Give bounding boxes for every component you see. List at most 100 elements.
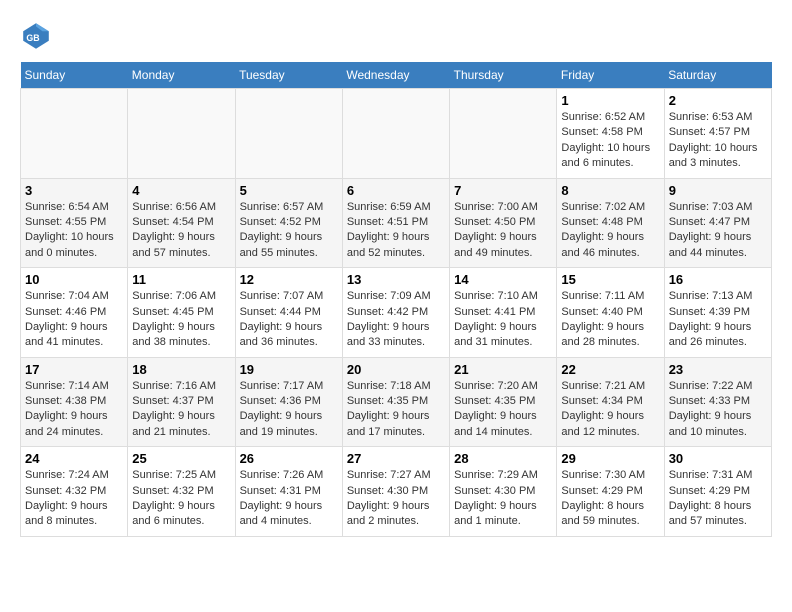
day-info: Sunrise: 7:10 AM Sunset: 4:41 PM Dayligh… bbox=[454, 289, 552, 351]
day-number: 6 bbox=[347, 183, 445, 198]
day-number: 7 bbox=[454, 183, 552, 198]
calendar-cell: 13Sunrise: 7:09 AM Sunset: 4:42 PM Dayli… bbox=[342, 268, 449, 358]
calendar-cell bbox=[21, 89, 128, 179]
calendar-week-row: 3Sunrise: 6:54 AM Sunset: 4:55 PM Daylig… bbox=[21, 178, 772, 268]
weekday-header: Thursday bbox=[450, 62, 557, 89]
day-info: Sunrise: 6:59 AM Sunset: 4:51 PM Dayligh… bbox=[347, 200, 445, 262]
calendar-table: SundayMondayTuesdayWednesdayThursdayFrid… bbox=[20, 62, 772, 537]
day-info: Sunrise: 7:02 AM Sunset: 4:48 PM Dayligh… bbox=[561, 200, 659, 262]
calendar-cell: 26Sunrise: 7:26 AM Sunset: 4:31 PM Dayli… bbox=[235, 447, 342, 537]
day-info: Sunrise: 6:53 AM Sunset: 4:57 PM Dayligh… bbox=[669, 110, 767, 172]
weekday-header: Monday bbox=[128, 62, 235, 89]
calendar-cell bbox=[128, 89, 235, 179]
day-number: 5 bbox=[240, 183, 338, 198]
day-number: 8 bbox=[561, 183, 659, 198]
day-info: Sunrise: 6:54 AM Sunset: 4:55 PM Dayligh… bbox=[25, 200, 123, 262]
weekday-header: Wednesday bbox=[342, 62, 449, 89]
day-number: 28 bbox=[454, 451, 552, 466]
day-number: 13 bbox=[347, 272, 445, 287]
page-header: GB bbox=[20, 20, 772, 52]
calendar-cell: 2 Sunrise: 6:53 AM Sunset: 4:57 PM Daylig… bbox=[664, 89, 771, 179]
calendar-cell: 9 Sunrise: 7:03 AM Sunset: 4:47 PM Daylig… bbox=[664, 178, 771, 268]
calendar-cell: 27 Sunrise: 7:27 AM Sunset: 4:30 PM Dayli… bbox=[342, 447, 449, 537]
day-number: 1 bbox=[561, 93, 659, 108]
day-info: Sunrise: 7:16 AM Sunset: 4:37 PM Dayligh… bbox=[132, 379, 230, 441]
logo-icon: GB bbox=[20, 20, 52, 52]
day-number: 29 bbox=[561, 451, 659, 466]
weekday-header: Saturday bbox=[664, 62, 771, 89]
calendar-cell: 6 Sunrise: 6:59 AM Sunset: 4:51 PM Daylig… bbox=[342, 178, 449, 268]
calendar-cell: 5Sunrise: 6:57 AM Sunset: 4:52 PM Daylig… bbox=[235, 178, 342, 268]
day-number: 2 bbox=[669, 93, 767, 108]
day-number: 26 bbox=[240, 451, 338, 466]
calendar-cell: 22 Sunrise: 7:21 AM Sunset: 4:34 PM Dayli… bbox=[557, 357, 664, 447]
day-info: Sunrise: 7:03 AM Sunset: 4:47 PM Dayligh… bbox=[669, 200, 767, 262]
day-info: Sunrise: 7:31 AM Sunset: 4:29 PM Dayligh… bbox=[669, 468, 767, 530]
day-info: Sunrise: 7:20 AM Sunset: 4:35 PM Dayligh… bbox=[454, 379, 552, 441]
day-info: Sunrise: 7:30 AM Sunset: 4:29 PM Dayligh… bbox=[561, 468, 659, 530]
day-info: Sunrise: 6:56 AM Sunset: 4:54 PM Dayligh… bbox=[132, 200, 230, 262]
weekday-header: Sunday bbox=[21, 62, 128, 89]
calendar-cell: 24 Sunrise: 7:24 AM Sunset: 4:32 PM Dayli… bbox=[21, 447, 128, 537]
day-info: Sunrise: 7:13 AM Sunset: 4:39 PM Dayligh… bbox=[669, 289, 767, 351]
day-number: 18 bbox=[132, 362, 230, 377]
calendar-header-row: SundayMondayTuesdayWednesdayThursdayFrid… bbox=[21, 62, 772, 89]
day-info: Sunrise: 7:18 AM Sunset: 4:35 PM Dayligh… bbox=[347, 379, 445, 441]
day-number: 30 bbox=[669, 451, 767, 466]
calendar-cell: 28 Sunrise: 7:29 AM Sunset: 4:30 PM Dayli… bbox=[450, 447, 557, 537]
calendar-week-row: 17 Sunrise: 7:14 AM Sunset: 4:38 PM Dayli… bbox=[21, 357, 772, 447]
calendar-cell: 17 Sunrise: 7:14 AM Sunset: 4:38 PM Dayli… bbox=[21, 357, 128, 447]
calendar-cell: 3Sunrise: 6:54 AM Sunset: 4:55 PM Daylig… bbox=[21, 178, 128, 268]
day-info: Sunrise: 6:52 AM Sunset: 4:58 PM Dayligh… bbox=[561, 110, 659, 172]
calendar-cell bbox=[342, 89, 449, 179]
day-number: 25 bbox=[132, 451, 230, 466]
day-number: 15 bbox=[561, 272, 659, 287]
calendar-cell: 19 Sunrise: 7:17 AM Sunset: 4:36 PM Dayli… bbox=[235, 357, 342, 447]
day-info: Sunrise: 7:11 AM Sunset: 4:40 PM Dayligh… bbox=[561, 289, 659, 351]
day-number: 11 bbox=[132, 272, 230, 287]
calendar-week-row: 24 Sunrise: 7:24 AM Sunset: 4:32 PM Dayli… bbox=[21, 447, 772, 537]
day-number: 10 bbox=[25, 272, 123, 287]
day-info: Sunrise: 7:04 AM Sunset: 4:46 PM Dayligh… bbox=[25, 289, 123, 351]
day-number: 17 bbox=[25, 362, 123, 377]
calendar-cell: 7Sunrise: 7:00 AM Sunset: 4:50 PM Daylig… bbox=[450, 178, 557, 268]
calendar-cell: 16 Sunrise: 7:13 AM Sunset: 4:39 PM Dayli… bbox=[664, 268, 771, 358]
day-info: Sunrise: 7:24 AM Sunset: 4:32 PM Dayligh… bbox=[25, 468, 123, 530]
day-number: 14 bbox=[454, 272, 552, 287]
calendar-cell: 8 Sunrise: 7:02 AM Sunset: 4:48 PM Daylig… bbox=[557, 178, 664, 268]
svg-text:GB: GB bbox=[26, 33, 39, 43]
calendar-cell: 25 Sunrise: 7:25 AM Sunset: 4:32 PM Dayli… bbox=[128, 447, 235, 537]
day-info: Sunrise: 7:25 AM Sunset: 4:32 PM Dayligh… bbox=[132, 468, 230, 530]
calendar-cell bbox=[450, 89, 557, 179]
calendar-cell: 29 Sunrise: 7:30 AM Sunset: 4:29 PM Dayli… bbox=[557, 447, 664, 537]
day-number: 23 bbox=[669, 362, 767, 377]
day-info: Sunrise: 7:22 AM Sunset: 4:33 PM Dayligh… bbox=[669, 379, 767, 441]
day-number: 12 bbox=[240, 272, 338, 287]
day-number: 19 bbox=[240, 362, 338, 377]
calendar-cell: 10 Sunrise: 7:04 AM Sunset: 4:46 PM Dayli… bbox=[21, 268, 128, 358]
calendar-cell: 4 Sunrise: 6:56 AM Sunset: 4:54 PM Daylig… bbox=[128, 178, 235, 268]
weekday-header: Friday bbox=[557, 62, 664, 89]
calendar-cell: 21 Sunrise: 7:20 AM Sunset: 4:35 PM Dayli… bbox=[450, 357, 557, 447]
weekday-header: Tuesday bbox=[235, 62, 342, 89]
day-number: 24 bbox=[25, 451, 123, 466]
day-info: Sunrise: 7:14 AM Sunset: 4:38 PM Dayligh… bbox=[25, 379, 123, 441]
day-number: 22 bbox=[561, 362, 659, 377]
calendar-cell: 18 Sunrise: 7:16 AM Sunset: 4:37 PM Dayli… bbox=[128, 357, 235, 447]
day-number: 16 bbox=[669, 272, 767, 287]
day-info: Sunrise: 7:06 AM Sunset: 4:45 PM Dayligh… bbox=[132, 289, 230, 351]
calendar-cell: 11 Sunrise: 7:06 AM Sunset: 4:45 PM Dayli… bbox=[128, 268, 235, 358]
day-number: 27 bbox=[347, 451, 445, 466]
day-number: 20 bbox=[347, 362, 445, 377]
day-info: Sunrise: 7:17 AM Sunset: 4:36 PM Dayligh… bbox=[240, 379, 338, 441]
calendar-cell: 12Sunrise: 7:07 AM Sunset: 4:44 PM Dayli… bbox=[235, 268, 342, 358]
day-number: 4 bbox=[132, 183, 230, 198]
calendar-week-row: 1 Sunrise: 6:52 AM Sunset: 4:58 PM Daylig… bbox=[21, 89, 772, 179]
day-info: Sunrise: 7:27 AM Sunset: 4:30 PM Dayligh… bbox=[347, 468, 445, 530]
day-number: 21 bbox=[454, 362, 552, 377]
day-number: 9 bbox=[669, 183, 767, 198]
calendar-cell bbox=[235, 89, 342, 179]
day-info: Sunrise: 7:21 AM Sunset: 4:34 PM Dayligh… bbox=[561, 379, 659, 441]
day-info: Sunrise: 7:29 AM Sunset: 4:30 PM Dayligh… bbox=[454, 468, 552, 530]
calendar-cell: 20 Sunrise: 7:18 AM Sunset: 4:35 PM Dayli… bbox=[342, 357, 449, 447]
